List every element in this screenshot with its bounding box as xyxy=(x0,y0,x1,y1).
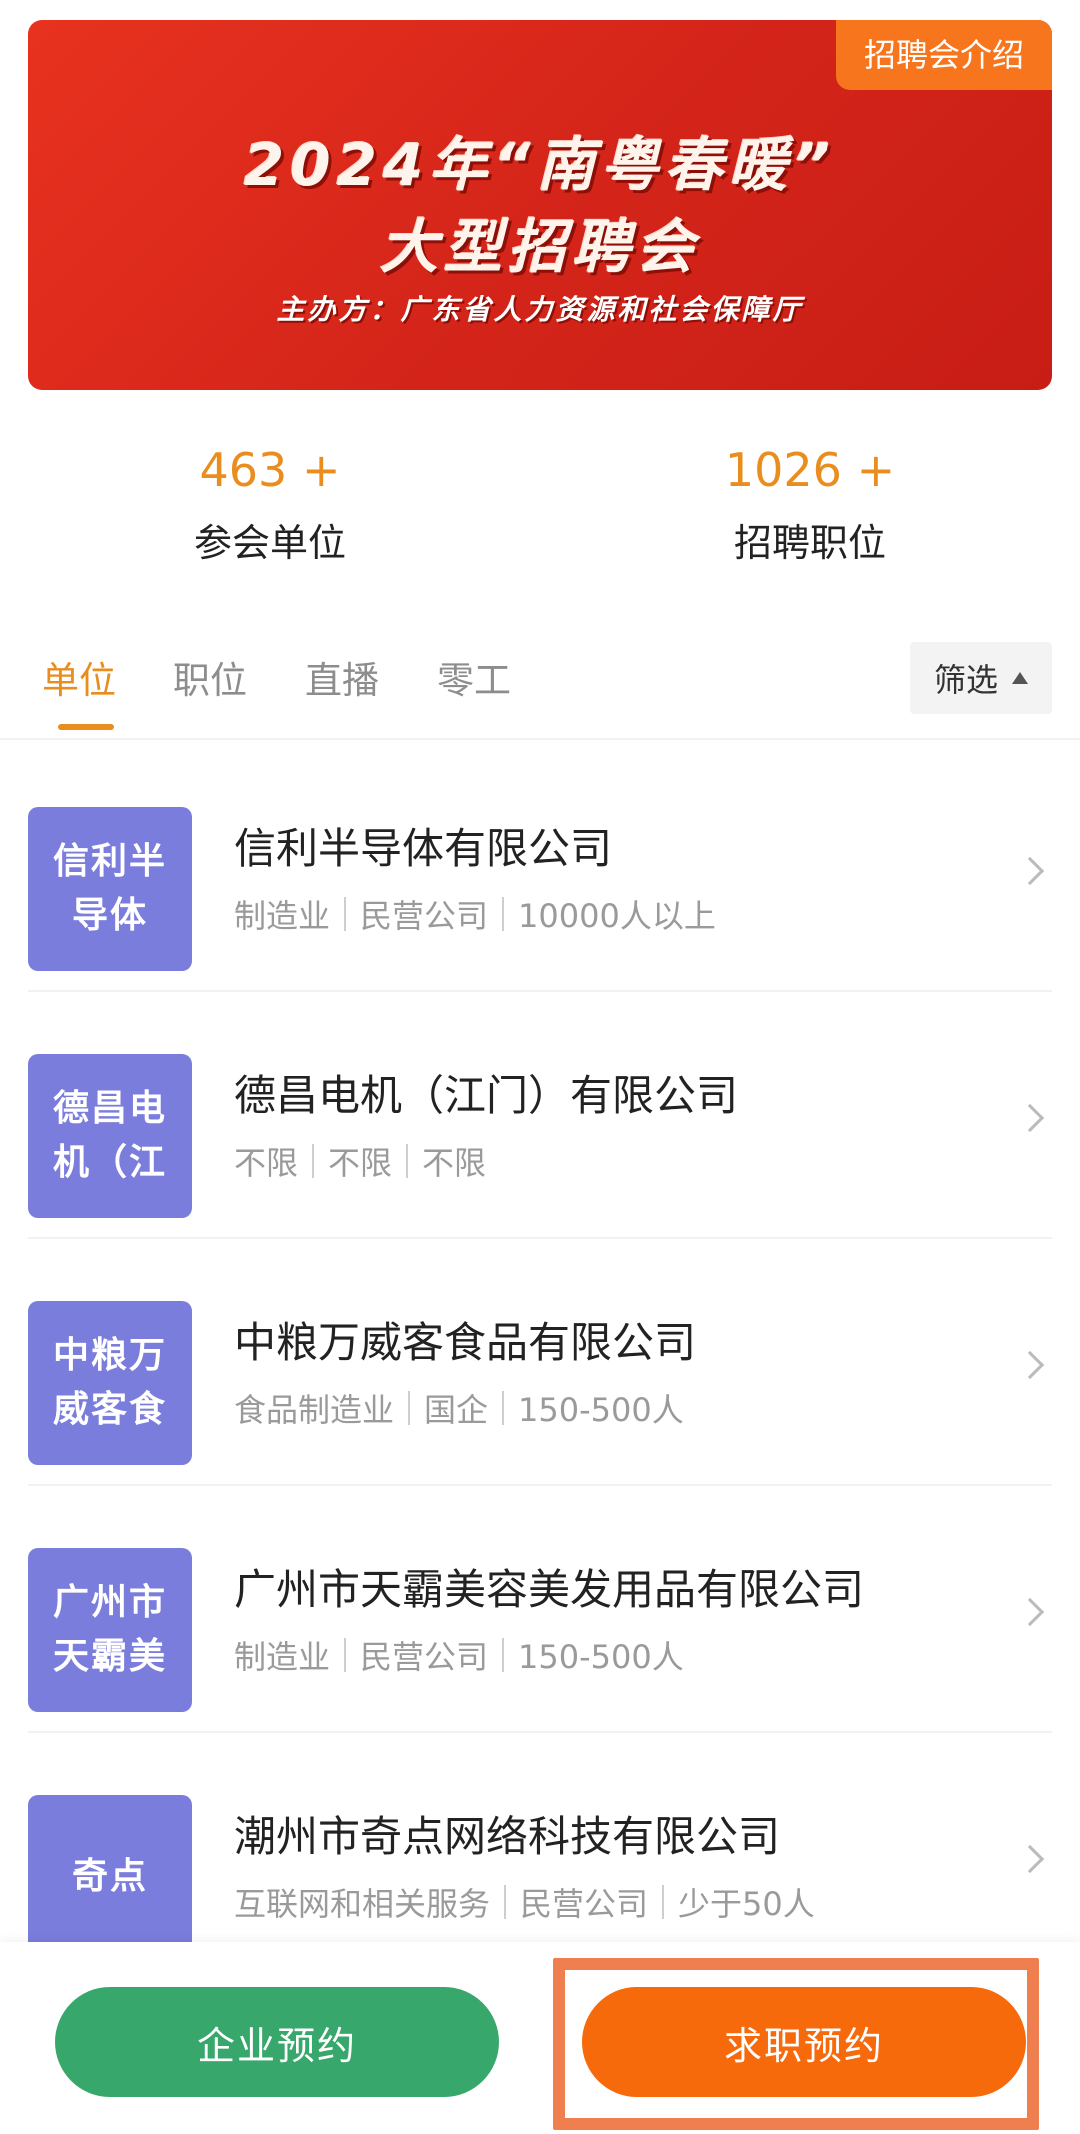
triangle-up-icon xyxy=(1012,672,1028,684)
company-size: 10000人以上 xyxy=(518,897,716,935)
filter-button[interactable]: 筛选 xyxy=(910,642,1052,714)
company-type: 国企 xyxy=(424,1391,489,1429)
company-size: 150-500人 xyxy=(518,1391,684,1429)
company-logo: 中粮万威客食 xyxy=(28,1301,192,1465)
stat-positions-label: 招聘职位 xyxy=(733,521,886,565)
job-seeker-reservation-button[interactable]: 求职预约 xyxy=(582,1987,1026,2097)
stat-companies: 463 + 参会单位 xyxy=(70,440,470,567)
divider xyxy=(502,897,505,931)
tab-companies[interactable]: 单位 xyxy=(42,650,116,704)
banner-title-line2: 大型招聘会 xyxy=(379,213,700,281)
company-tags: 互联网和相关服务 民营公司 少于50人 xyxy=(234,1879,815,1925)
event-banner[interactable]: 招聘会介绍 2024年“南粤春暖” 大型招聘会 主办方：广东省人力资源和社会保障… xyxy=(28,20,1052,390)
company-industry: 食品制造业 xyxy=(234,1391,395,1429)
company-type: 民营公司 xyxy=(360,1638,489,1676)
divider xyxy=(344,897,347,931)
divider xyxy=(344,1638,347,1672)
company-item[interactable]: 信利半导体 信利半导体有限公司 制造业 民营公司 10000人以上 xyxy=(28,745,1052,992)
company-name: 潮州市奇点网络科技有限公司 xyxy=(234,1812,781,1861)
company-logo: 德昌电机（江 xyxy=(28,1054,192,1218)
bottom-action-bar: 企业预约 求职预约 xyxy=(0,1942,1080,2134)
company-logo: 信利半导体 xyxy=(28,807,192,971)
company-tags: 不限 不限 不限 xyxy=(234,1138,486,1184)
enterprise-reservation-button[interactable]: 企业预约 xyxy=(55,1987,499,2097)
divider xyxy=(504,1885,507,1919)
category-tabs: 单位 职位 直播 零工 筛选 xyxy=(0,630,1080,740)
event-intro-button[interactable]: 招聘会介绍 xyxy=(835,20,1052,90)
company-name: 德昌电机（江门）有限公司 xyxy=(234,1071,739,1120)
tab-gig-work[interactable]: 零工 xyxy=(437,650,511,704)
company-name: 广州市天霸美容美发用品有限公司 xyxy=(234,1565,865,1614)
company-industry: 互联网和相关服务 xyxy=(234,1885,491,1923)
company-type: 民营公司 xyxy=(520,1885,649,1923)
company-tags: 制造业 民营公司 10000人以上 xyxy=(234,891,716,937)
divider xyxy=(312,1144,315,1178)
stat-companies-number: 463 + xyxy=(199,443,341,497)
company-industry: 不限 xyxy=(234,1144,299,1182)
company-type: 不限 xyxy=(328,1144,393,1182)
company-item[interactable]: 德昌电机（江 德昌电机（江门）有限公司 不限 不限 不限 xyxy=(28,992,1052,1239)
company-name: 信利半导体有限公司 xyxy=(234,824,613,873)
divider xyxy=(408,1391,411,1425)
company-industry: 制造业 xyxy=(234,897,331,935)
chevron-right-icon xyxy=(1015,1350,1045,1380)
stat-positions: 1026 + 招聘职位 xyxy=(610,440,1010,567)
banner-title-line1: 2024年“南粤春暖” xyxy=(243,131,837,199)
company-name: 中粮万威客食品有限公司 xyxy=(234,1318,697,1367)
company-size: 不限 xyxy=(422,1144,487,1182)
company-item[interactable]: 中粮万威客食 中粮万威客食品有限公司 食品制造业 国企 150-500人 xyxy=(28,1239,1052,1486)
divider xyxy=(662,1885,665,1919)
chevron-right-icon xyxy=(1015,1103,1045,1133)
divider xyxy=(502,1391,505,1425)
chevron-right-icon xyxy=(1015,1844,1045,1874)
stat-positions-number: 1026 + xyxy=(724,443,896,497)
tab-positions[interactable]: 职位 xyxy=(173,650,247,704)
company-logo: 奇点 xyxy=(28,1795,192,1959)
company-tags: 食品制造业 国企 150-500人 xyxy=(234,1385,684,1431)
chevron-right-icon xyxy=(1015,856,1045,886)
divider xyxy=(502,1638,505,1672)
company-list: 信利半导体 信利半导体有限公司 制造业 民营公司 10000人以上 德昌电机（江 德… xyxy=(0,745,1080,1980)
active-tab-indicator xyxy=(58,724,114,730)
divider xyxy=(406,1144,409,1178)
chevron-right-icon xyxy=(1015,1597,1045,1627)
stat-companies-label: 参会单位 xyxy=(193,521,346,565)
company-item[interactable]: 广州市天霸美 广州市天霸美容美发用品有限公司 制造业 民营公司 150-500人 xyxy=(28,1486,1052,1733)
company-type: 民营公司 xyxy=(360,897,489,935)
company-logo: 广州市天霸美 xyxy=(28,1548,192,1712)
tab-livestream[interactable]: 直播 xyxy=(305,650,379,704)
company-size: 150-500人 xyxy=(518,1638,684,1676)
banner-organizer: 主办方：广东省人力资源和社会保障厅 xyxy=(276,293,804,326)
filter-label: 筛选 xyxy=(933,661,998,699)
company-industry: 制造业 xyxy=(234,1638,331,1676)
company-size: 少于50人 xyxy=(678,1885,815,1923)
company-tags: 制造业 民营公司 150-500人 xyxy=(234,1632,684,1678)
